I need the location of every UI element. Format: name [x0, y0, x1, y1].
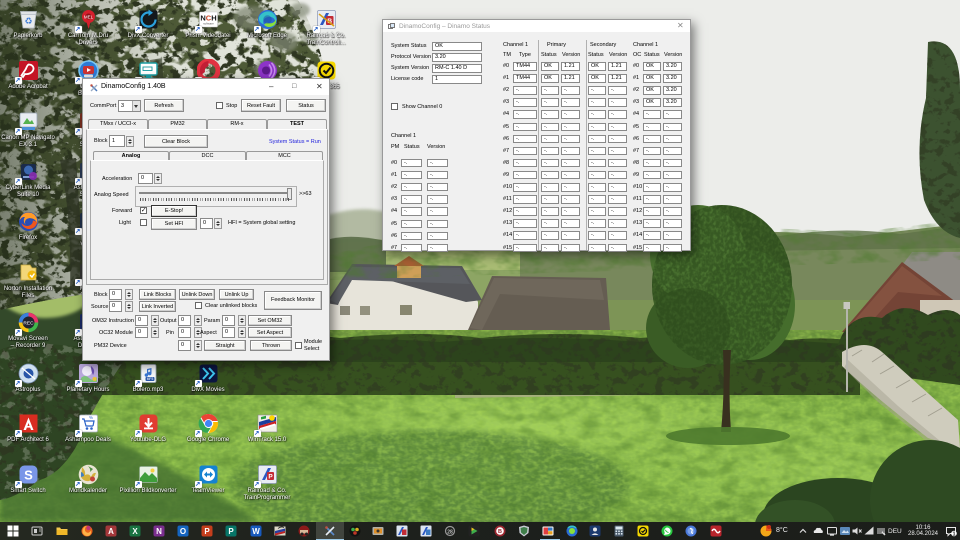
- svg-text:P: P: [268, 474, 273, 481]
- svg-text:P: P: [204, 527, 210, 536]
- svg-text:P: P: [228, 527, 234, 536]
- svg-text:REC: REC: [23, 321, 34, 327]
- svg-text:28: 28: [447, 530, 453, 536]
- svg-text:MP3: MP3: [146, 377, 153, 381]
- svg-text:B: B: [498, 529, 502, 535]
- svg-text:software: software: [203, 22, 214, 26]
- svg-text:%: %: [89, 415, 93, 420]
- svg-text:N: N: [156, 527, 162, 536]
- svg-text:O: O: [180, 527, 186, 536]
- svg-text:MEL: MEL: [83, 15, 93, 20]
- svg-text:X: X: [132, 527, 138, 536]
- svg-text:A: A: [108, 527, 114, 536]
- svg-text:♻: ♻: [24, 16, 32, 26]
- svg-text:S: S: [24, 468, 33, 483]
- svg-text:W: W: [252, 527, 260, 536]
- svg-text:1: 1: [952, 532, 955, 537]
